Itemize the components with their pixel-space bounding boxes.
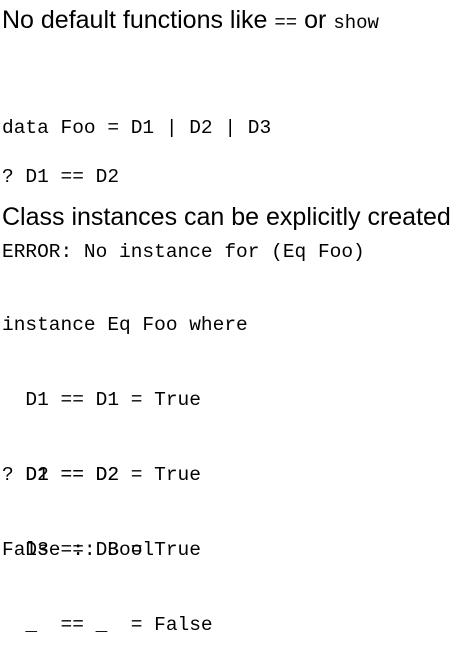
code-line: ? D1 == D2 [2, 166, 120, 188]
code-line: D1 == D1 = True [2, 389, 201, 411]
heading-no-default-functions: No default functions like == or show [2, 5, 379, 38]
code-line: ERROR: No instance for (Eq Foo) [2, 241, 365, 263]
heading-text: or [297, 6, 334, 34]
code-line: ? D1 == D2 [2, 464, 120, 486]
code-show: show [333, 12, 379, 34]
code-eq: == [274, 12, 298, 34]
code-result-example: ? D1 == D2 False :: Bool [2, 413, 154, 588]
code-line: instance Eq Foo where [2, 314, 248, 336]
heading-class-instances: Class instances can be explicitly create… [2, 203, 451, 231]
heading-text: No default functions like [2, 6, 275, 34]
code-line: False :: Bool [2, 539, 155, 561]
code-line: _ == _ = False [2, 614, 213, 636]
